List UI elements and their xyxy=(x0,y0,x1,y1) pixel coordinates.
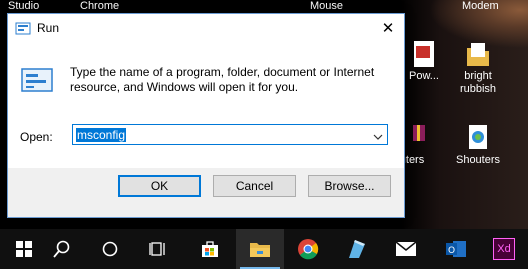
title-bar[interactable]: Run ✕ xyxy=(8,14,404,44)
svg-text:O: O xyxy=(448,246,455,256)
web-document-icon xyxy=(465,124,491,152)
desktop-label-modem[interactable]: Modem xyxy=(462,0,499,12)
search-icon[interactable] xyxy=(38,229,86,269)
desktop-icon-bright-rubbish[interactable]: bright rubbish xyxy=(446,40,510,96)
desktop-label-studio[interactable]: Studio xyxy=(8,0,39,12)
file-explorer-icon[interactable] xyxy=(236,229,284,269)
desktop-icon-shouters[interactable]: Shouters xyxy=(446,124,510,167)
outlook-icon[interactable]: O xyxy=(432,229,480,269)
desktop-label-chrome[interactable]: Chrome xyxy=(80,0,119,12)
cancel-button[interactable]: Cancel xyxy=(213,175,296,197)
browse-button[interactable]: Browse... xyxy=(308,175,391,197)
dialog-footer: OK Cancel Browse... xyxy=(8,168,404,217)
run-large-icon xyxy=(20,65,54,95)
chevron-down-icon[interactable] xyxy=(373,129,383,140)
xd-icon[interactable]: Xd xyxy=(480,229,528,269)
desktop-icon-label: bright rubbish xyxy=(459,70,497,95)
desktop-icon-label: Shouters xyxy=(455,154,501,166)
run-dialog: Run ✕ Type the name of a program, folder… xyxy=(7,13,405,218)
store-icon[interactable] xyxy=(186,229,234,269)
close-button[interactable]: ✕ xyxy=(372,14,404,44)
cortana-icon[interactable] xyxy=(86,229,134,269)
open-input[interactable]: msconfig xyxy=(76,128,127,142)
ok-button[interactable]: OK xyxy=(118,175,201,197)
desktop-label-mouse[interactable]: Mouse xyxy=(310,0,343,12)
dialog-content: Type the name of a program, folder, docu… xyxy=(8,44,404,168)
pdf-file-icon xyxy=(411,40,437,68)
taskbar: O Xd xyxy=(0,229,528,269)
mail-icon[interactable] xyxy=(382,229,430,269)
chrome-icon[interactable] xyxy=(284,229,332,269)
open-label: Open: xyxy=(20,130,53,144)
open-combobox[interactable]: msconfig xyxy=(72,124,388,145)
dialog-description: Type the name of a program, folder, docu… xyxy=(70,65,375,94)
xd-label: Xd xyxy=(493,238,515,260)
notepad-icon[interactable] xyxy=(332,229,380,269)
run-icon xyxy=(15,22,31,35)
folder-icon xyxy=(465,40,491,68)
dialog-title: Run xyxy=(37,21,60,35)
task-view-icon[interactable] xyxy=(134,229,182,269)
